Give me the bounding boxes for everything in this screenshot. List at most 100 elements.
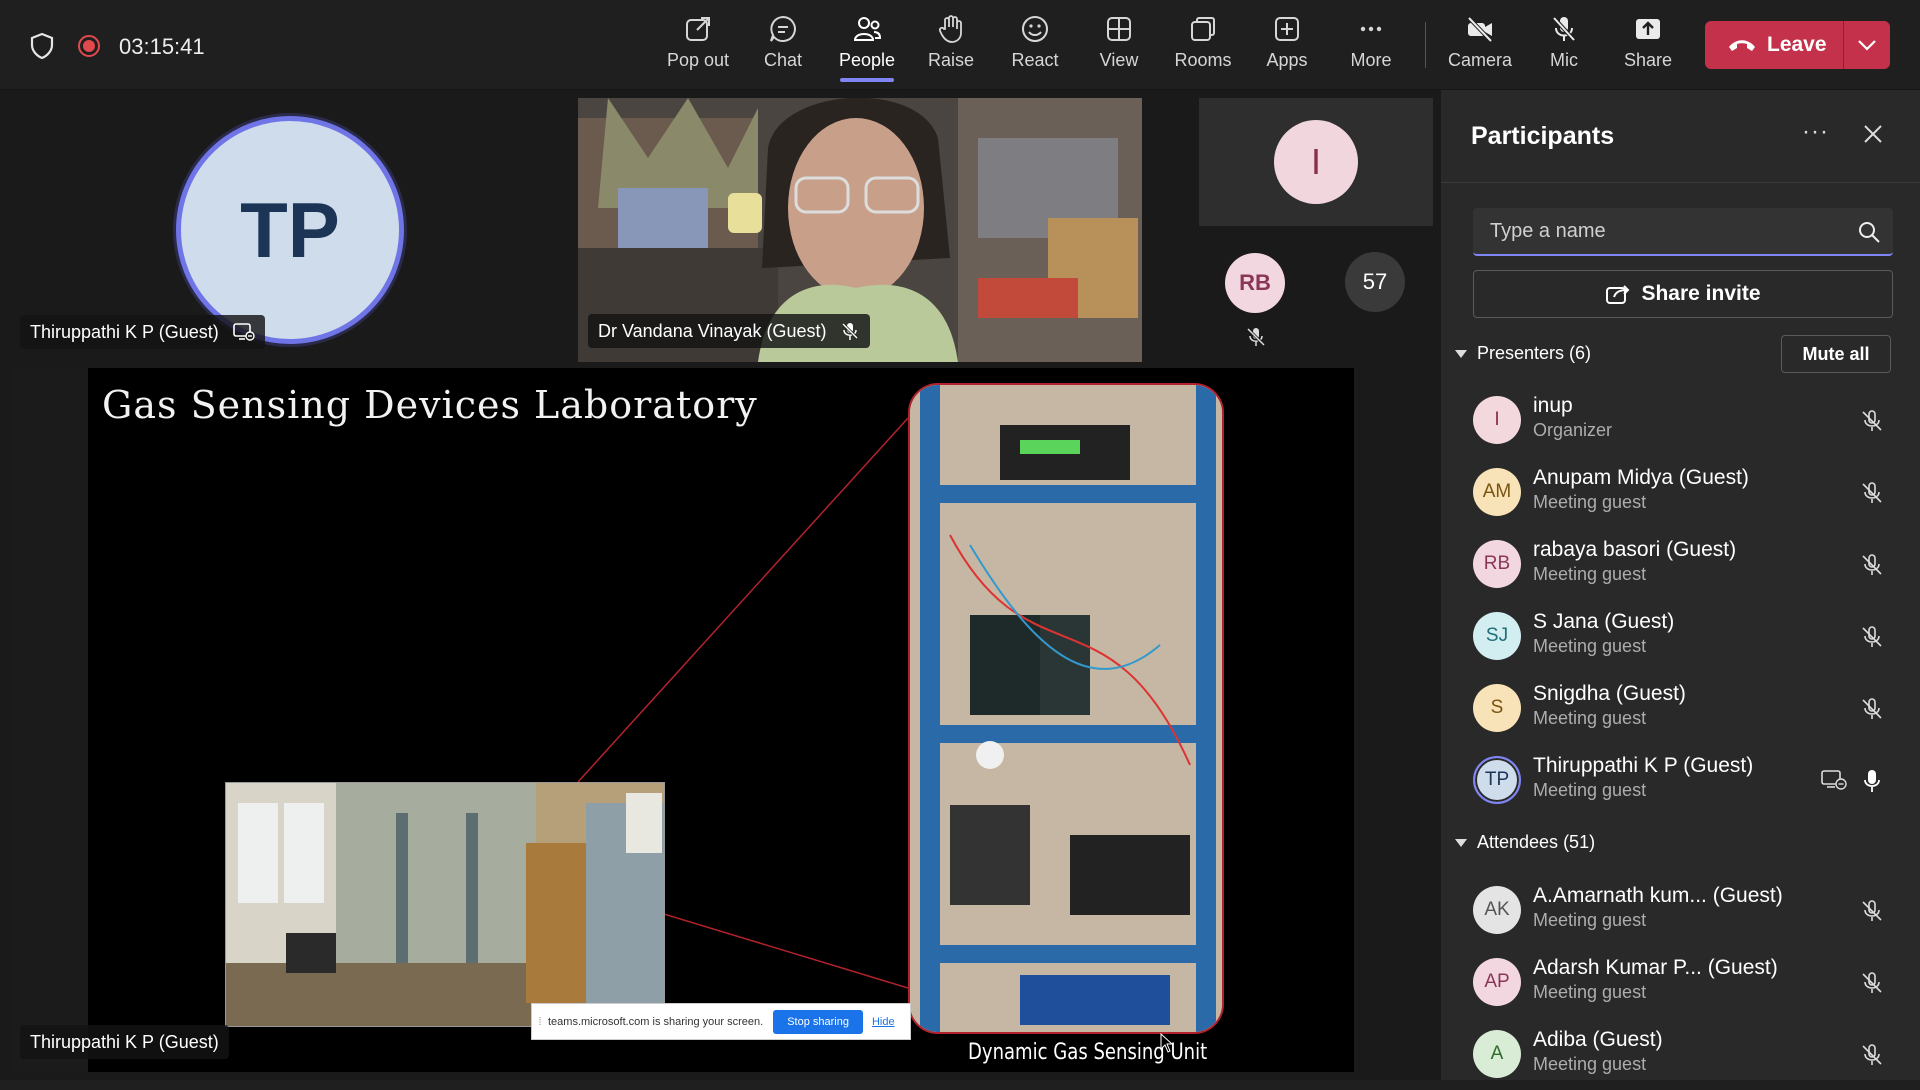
mic-off-icon[interactable] <box>1859 1042 1885 1068</box>
avatar: RB <box>1473 540 1521 588</box>
mute-all-button[interactable]: Mute all <box>1781 335 1891 373</box>
chat-label: Chat <box>763 50 803 70</box>
pop-out-icon <box>686 17 710 41</box>
ellipsis-icon <box>1360 26 1382 32</box>
leave-options-button[interactable] <box>1843 21 1890 69</box>
avatar: I <box>1274 120 1358 204</box>
participant-role: Meeting guest <box>1533 982 1647 1002</box>
mic-off-icon[interactable] <box>1859 480 1885 506</box>
participant-name: rabaya basori (Guest) <box>1533 538 1737 561</box>
participant-name: Dr Vandana Vinayak (Guest) <box>598 320 827 341</box>
raise-hand-button[interactable]: Raise <box>909 14 993 80</box>
participant-row[interactable]: S Snigdha (Guest) Meeting guest <box>1441 672 1920 744</box>
leave-label: Leave <box>1767 33 1827 56</box>
more-options-icon[interactable]: ··· <box>1802 118 1829 146</box>
camera-off-icon <box>1467 16 1493 43</box>
participant-role: Meeting guest <box>1533 636 1647 656</box>
attendees-section-toggle[interactable]: Attendees (51) <box>1455 832 1595 853</box>
hide-link[interactable]: Hide <box>872 1016 895 1028</box>
participant-tile-inup[interactable]: I <box>1199 98 1433 226</box>
mic-off-icon <box>842 322 859 340</box>
leave-button-group: Leave <box>1705 21 1890 69</box>
screen-share-indicator-icon <box>232 323 255 341</box>
people-button[interactable]: People <box>825 14 909 82</box>
tile-name-label: Thiruppathi K P (Guest) <box>20 1025 229 1059</box>
camera-label: Camera <box>1447 50 1513 70</box>
participant-row[interactable]: TP Thiruppathi K P (Guest) Meeting guest <box>1441 744 1920 816</box>
participant-role: Meeting guest <box>1533 910 1647 930</box>
participant-name: S Jana (Guest) <box>1533 610 1675 633</box>
mic-off-icon[interactable] <box>1859 408 1885 434</box>
lab-photo <box>225 782 665 1027</box>
participant-row[interactable]: AP Adarsh Kumar P... (Guest) Meeting guest <box>1441 946 1920 1018</box>
participants-panel: Participants ··· Share invite Presenters… <box>1440 90 1920 1080</box>
chat-icon <box>770 15 796 42</box>
pop-out-label: Pop out <box>666 50 730 70</box>
presenters-label: Presenters (6) <box>1477 343 1592 363</box>
mic-off-icon[interactable] <box>1859 696 1885 722</box>
participant-name: Adiba (Guest) <box>1533 1028 1663 1051</box>
share-invite-button[interactable]: Share invite <box>1473 270 1893 318</box>
presenters-section-toggle[interactable]: Presenters (6) <box>1455 343 1591 364</box>
avatar: AM <box>1473 468 1521 516</box>
avatar[interactable]: RB <box>1225 253 1285 313</box>
mic-label: Mic <box>1550 50 1578 70</box>
people-icon <box>853 17 882 41</box>
avatar: SJ <box>1473 612 1521 660</box>
hand-icon <box>938 15 962 43</box>
shield-icon[interactable] <box>29 32 55 60</box>
participant-row[interactable]: A Adiba (Guest) Meeting guest <box>1441 1018 1920 1090</box>
rack-image <box>910 385 1222 1032</box>
shared-slide: Gas Sensing Devices Laboratory Dynamic G… <box>88 368 1354 1072</box>
participant-role: Meeting guest <box>1533 780 1647 800</box>
camera-button[interactable]: Camera <box>1438 14 1522 80</box>
sharing-message: teams.microsoft.com is sharing your scre… <box>548 1015 764 1028</box>
react-button[interactable]: React <box>993 14 1077 80</box>
mic-off-icon[interactable] <box>1859 552 1885 578</box>
smiley-icon <box>1022 16 1048 42</box>
meeting-timer: 03:15:41 <box>119 34 205 59</box>
apps-button[interactable]: Apps <box>1245 14 1329 80</box>
more-button[interactable]: More <box>1329 14 1413 80</box>
attendees-label: Attendees (51) <box>1477 832 1596 852</box>
search-icon[interactable] <box>1857 220 1881 244</box>
overflow-count-button[interactable]: 57 <box>1345 252 1405 312</box>
participant-row[interactable]: AM Anupam Midya (Guest) Meeting guest <box>1441 456 1920 528</box>
stop-sharing-button[interactable]: Stop sharing <box>773 1009 863 1034</box>
pop-out-button[interactable]: Pop out <box>656 14 740 80</box>
rooms-button[interactable]: Rooms <box>1161 14 1245 80</box>
search-input[interactable] <box>1473 208 1843 254</box>
people-label: People <box>838 50 896 70</box>
participant-role: Meeting guest <box>1533 708 1647 728</box>
avatar: TP <box>176 116 404 344</box>
participant-name: Adarsh Kumar P... (Guest) <box>1533 956 1778 979</box>
screen-sharing-notice: ⁞ teams.microsoft.com is sharing your sc… <box>531 1003 911 1040</box>
mic-off-icon[interactable] <box>1859 898 1885 924</box>
participant-role: Meeting guest <box>1533 492 1647 512</box>
mic-on-icon[interactable] <box>1859 768 1885 794</box>
leave-button[interactable]: Leave <box>1705 21 1843 69</box>
view-button[interactable]: View <box>1077 14 1161 80</box>
raise-label: Raise <box>927 50 975 70</box>
drag-handle-icon[interactable]: ⁞ <box>532 1016 548 1028</box>
avatar: TP <box>1473 756 1521 804</box>
more-label: More <box>1350 50 1392 70</box>
avatar: A <box>1473 1030 1521 1078</box>
share-label: Share <box>1623 50 1673 70</box>
participant-role: Organizer <box>1533 420 1613 440</box>
mic-off-icon[interactable] <box>1859 624 1885 650</box>
participant-row[interactable]: SJ S Jana (Guest) Meeting guest <box>1441 600 1920 672</box>
mic-off-icon[interactable] <box>1859 970 1885 996</box>
recording-icon <box>78 35 100 57</box>
participant-row[interactable]: Iinup Organizer <box>1441 384 1920 456</box>
rooms-label: Rooms <box>1174 50 1232 70</box>
share-button[interactable]: Share <box>1606 14 1690 80</box>
participant-row[interactable]: AK A.Amarnath kum... (Guest) Meeting guest <box>1441 874 1920 946</box>
participant-name: Anupam Midya (Guest) <box>1533 466 1749 489</box>
participant-row[interactable]: RB rabaya basori (Guest) Meeting guest <box>1441 528 1920 600</box>
lab-room-image <box>226 783 664 1026</box>
chat-button[interactable]: Chat <box>741 14 825 80</box>
gas-sensing-unit-photo <box>908 383 1224 1034</box>
close-icon[interactable] <box>1861 122 1885 146</box>
mic-button[interactable]: Mic <box>1522 14 1606 80</box>
